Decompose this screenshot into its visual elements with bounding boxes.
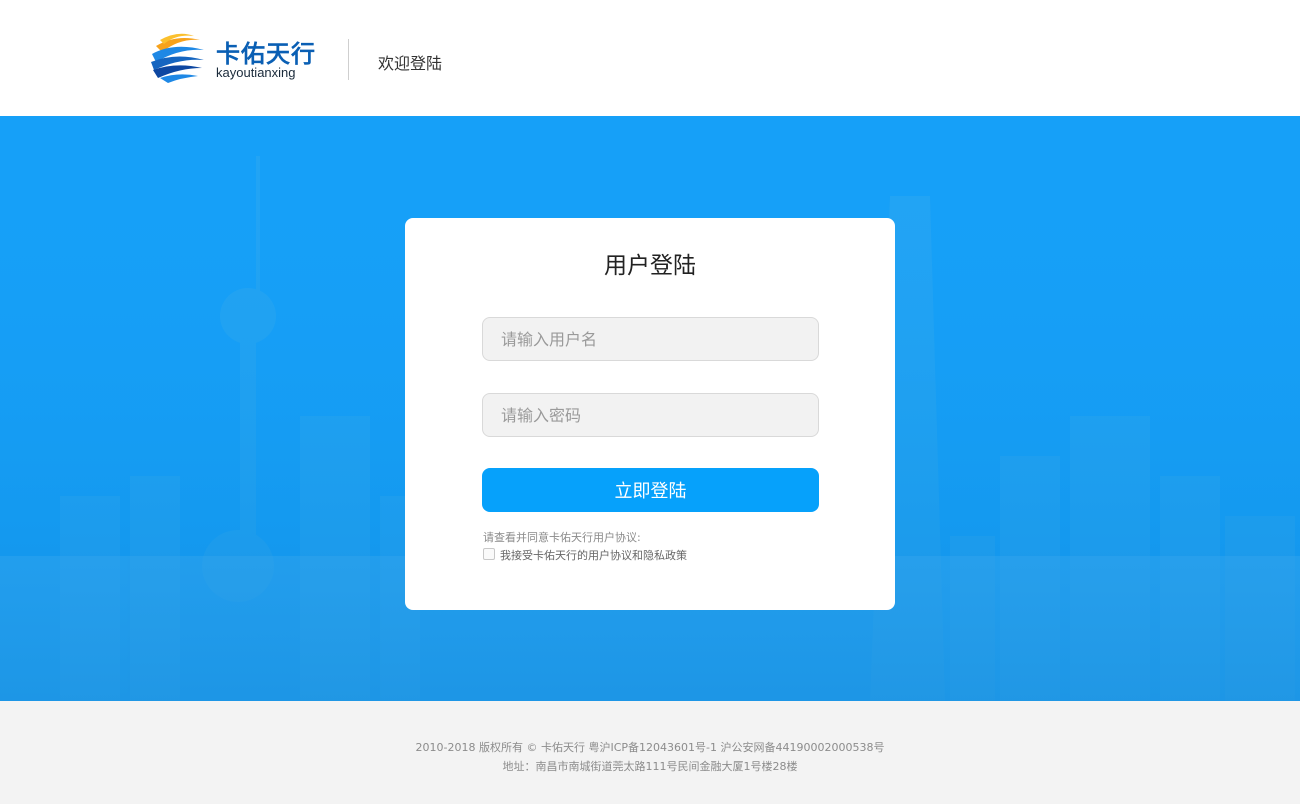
login-card: 用户登陆 立即登陆 请查看并同意卡佑天行用户协议: 我接受卡佑天行的用户协议和隐… xyxy=(405,218,895,610)
login-button[interactable]: 立即登陆 xyxy=(482,468,819,512)
agreement-hint: 请查看并同意卡佑天行用户协议: xyxy=(483,531,641,544)
logo-english-text: kayoutianxing xyxy=(216,65,296,80)
header-divider xyxy=(348,39,349,80)
logo-globe-icon xyxy=(151,33,204,83)
brand-logo[interactable]: 卡佑天行 kayoutianxing xyxy=(150,32,320,84)
password-input[interactable] xyxy=(482,393,819,437)
agreement-label[interactable]: 我接受卡佑天行的用户协议和隐私政策 xyxy=(500,547,687,563)
agreement-checkbox[interactable] xyxy=(483,548,495,560)
footer-address: 地址：南昌市南城街道莞太路111号民间金融大厦1号楼28楼 xyxy=(502,760,798,773)
hero-banner: 用户登陆 立即登陆 请查看并同意卡佑天行用户协议: 我接受卡佑天行的用户协议和隐… xyxy=(0,116,1300,701)
footer-copyright: 2010-2018 版权所有 © 卡佑天行 粤沪ICP备12043601号-1 … xyxy=(415,741,885,754)
site-header: 卡佑天行 kayoutianxing 欢迎登陆 xyxy=(0,0,1300,116)
login-title: 用户登陆 xyxy=(604,253,696,279)
logo-chinese-text: 卡佑天行 xyxy=(216,40,316,68)
username-input[interactable] xyxy=(482,317,819,361)
site-footer: 2010-2018 版权所有 © 卡佑天行 粤沪ICP备12043601号-1 … xyxy=(0,701,1300,804)
welcome-text: 欢迎登陆 xyxy=(378,54,443,73)
